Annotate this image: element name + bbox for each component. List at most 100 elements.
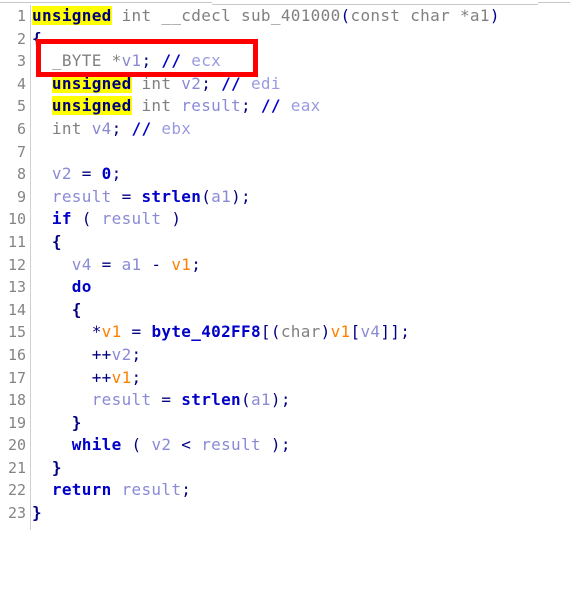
line-content[interactable]: } [32,412,82,435]
token-var-result[interactable]: result [32,187,112,206]
code-line[interactable]: 17 ++v1; [0,367,570,390]
code-line[interactable]: 2 { [0,28,570,51]
line-number: 17 [7,368,26,387]
token-var-v2[interactable]: v2 [112,345,132,364]
line-content[interactable]: *v1 = byte_402FF8[(char)v1[v4]]; [32,321,410,344]
token-var-v2[interactable]: v2 [151,435,171,454]
token-var-v1[interactable]: v1 [122,51,142,70]
token-var-result[interactable]: result [181,96,241,115]
token-semicolon: ; [131,344,142,364]
code-line[interactable]: 7 [0,141,570,164]
code-line[interactable]: 13 do [0,276,570,299]
token-paren-close: ) [231,186,242,206]
line-content[interactable]: int v4; // ebx [32,118,191,141]
line-content[interactable]: while ( v2 < result ); [32,434,291,457]
code-line[interactable]: 12 v4 = a1 - v1; [0,254,570,277]
token-number: 0 [101,164,112,184]
token-var-a1[interactable]: a1 [122,255,142,274]
token-var-v1-highlighted[interactable]: v1 [112,368,132,387]
code-line[interactable]: 11 { [0,231,570,254]
line-content[interactable]: } [32,502,42,525]
line-content[interactable]: unsigned int v2; // edi [32,73,281,96]
code-line[interactable]: 9 result = strlen(a1); [0,186,570,209]
code-line[interactable]: 10 if ( result ) [0,208,570,231]
token-operator-minus: - [141,254,172,274]
line-content[interactable]: unsigned int result; // eax [32,95,321,118]
token-var-v4[interactable]: v4 [92,119,112,138]
token-type: int [131,96,182,116]
line-number: 14 [7,300,26,319]
token-semicolon: ; [241,186,251,206]
line-content[interactable]: result = strlen(a1); [32,186,251,209]
line-content[interactable]: ++v2; [32,344,141,367]
line-content[interactable]: } [32,457,62,480]
token-var-a1[interactable]: a1 [251,390,271,409]
token-assign: = [91,254,122,274]
token-signature: int __cdecl sub_401000 [111,6,341,25]
token-var-v1-highlighted[interactable]: v1 [102,322,122,341]
token-var-result[interactable]: result [201,435,261,454]
token-call-strlen[interactable]: strlen [181,390,241,409]
token-paren-close: ) [161,209,182,229]
token-var-v2[interactable]: v2 [32,164,72,183]
code-line[interactable]: 1 unsigned int __cdecl sub_401000(const … [0,5,570,28]
token-semicolon: ; [111,164,122,184]
line-number: 19 [7,413,26,432]
line-content[interactable]: { [32,231,62,254]
pseudocode-editor[interactable]: 1 unsigned int __cdecl sub_401000(const … [0,5,570,541]
code-line[interactable]: 22 return result; [0,479,570,502]
token-var-result[interactable]: result [32,390,151,409]
code-line[interactable]: 18 result = strlen(a1); [0,389,570,412]
code-line[interactable]: 16 ++v2; [0,344,570,367]
token-paren-close: ) [489,6,500,25]
token-paren-close: ) [320,322,331,342]
code-line[interactable]: 15 *v1 = byte_402FF8[(char)v1[v4]]; [0,321,570,344]
token-paren-close: ) [270,390,281,410]
token-call-strlen[interactable]: strlen [141,187,201,206]
line-content[interactable]: result = strlen(a1); [32,389,291,412]
token-type: _BYTE * [32,51,122,71]
line-content[interactable]: do [32,276,92,299]
line-content[interactable]: v2 = 0; [32,163,122,186]
token-keyword-while: while [32,435,132,455]
token-var-v1-highlighted[interactable]: v1 [171,255,191,274]
code-line[interactable]: 14 { [0,299,570,322]
code-line[interactable]: 21 } [0,457,570,480]
token-paren-open: ( [81,209,102,229]
code-lines[interactable]: 1 unsigned int __cdecl sub_401000(const … [0,5,570,525]
token-var-v4[interactable]: v4 [32,255,92,274]
token-var-v4[interactable]: v4 [360,322,380,341]
line-number: 10 [7,210,26,229]
line-content[interactable]: { [32,28,42,51]
token-var-v2[interactable]: v2 [181,74,201,93]
line-number: 1 [16,7,26,25]
chrome-divider-right [538,2,570,3]
line-content[interactable]: _BYTE *v1; // ecx [32,50,221,73]
code-line[interactable]: 19 } [0,412,570,435]
token-var-a1[interactable]: a1 [211,187,231,206]
code-line[interactable]: 23 } [0,502,570,525]
token-deref: * [32,322,102,342]
code-line[interactable]: 4 unsigned int v2; // edi [0,73,570,96]
token-register-comment: ecx [181,51,222,71]
token-var-result[interactable]: result [102,209,162,228]
line-content[interactable]: v4 = a1 - v1; [32,254,201,277]
token-match-unsigned: unsigned [51,96,132,116]
line-number: 7 [16,142,26,161]
code-line[interactable]: 5 unsigned int result; // eax [0,95,570,118]
code-line[interactable]: 6 int v4; // ebx [0,118,570,141]
token-increment: ++ [32,344,112,364]
code-line[interactable]: 8 v2 = 0; [0,163,570,186]
token-var-v1-highlighted[interactable]: v1 [331,322,351,341]
code-line[interactable]: 20 while ( v2 < result ); [0,434,570,457]
code-line-overlay[interactable]: _BYTE *v1; // ecx [0,50,221,73]
token-type: int [32,118,92,138]
line-content[interactable]: { [32,299,82,322]
line-content[interactable]: unsigned int __cdecl sub_401000(const ch… [32,5,500,28]
line-content[interactable]: return result; [32,479,191,502]
line-content[interactable]: ++v1; [32,367,141,390]
token-semicolon: ; [181,480,192,500]
line-content[interactable]: if ( result ) [32,208,181,231]
token-var-result[interactable]: result [122,480,182,499]
token-symbol-byte-402ff8[interactable]: byte_402FF8 [151,322,260,341]
